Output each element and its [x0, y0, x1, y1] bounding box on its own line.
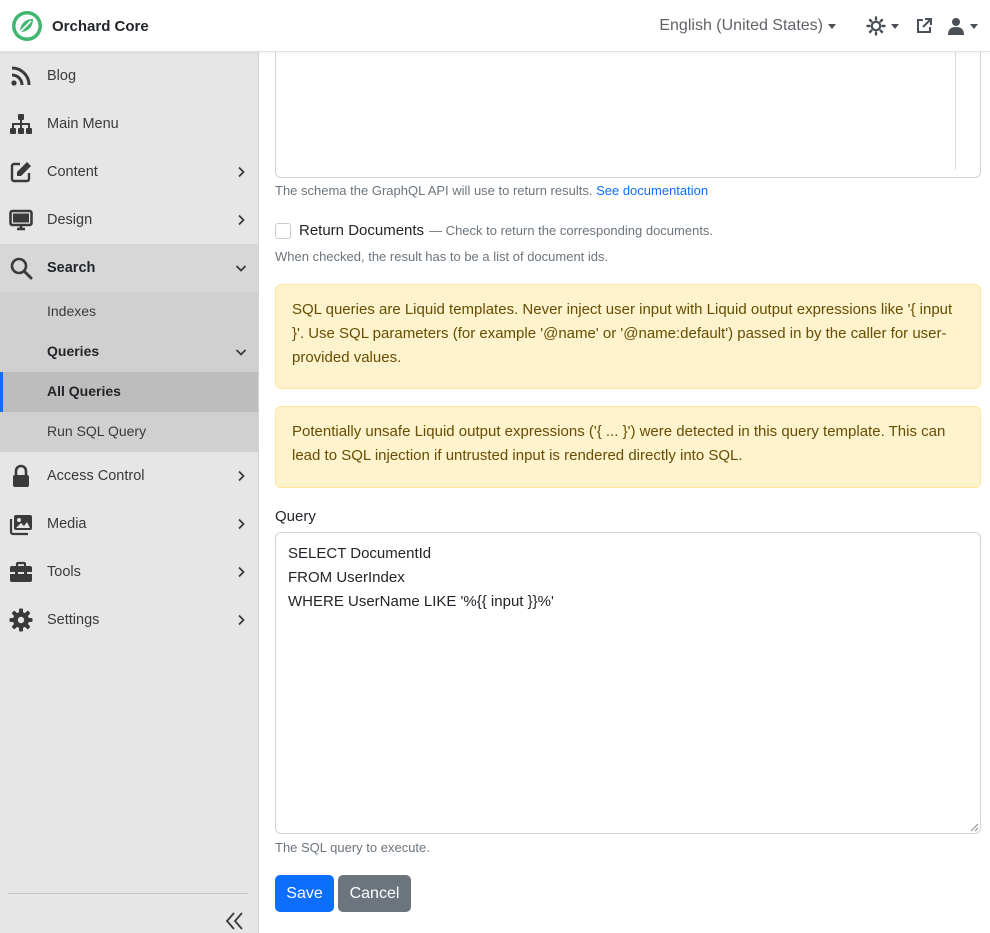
query-help: The SQL query to execute.	[275, 840, 430, 855]
cancel-button[interactable]: Cancel	[338, 875, 411, 912]
sidebar-item-label: Settings	[47, 612, 100, 628]
orchard-core-logo-icon	[12, 11, 42, 41]
chevron-down-icon	[235, 265, 247, 272]
return-documents-label[interactable]: Return Documents	[299, 222, 424, 239]
theme-toggle-button[interactable]	[866, 16, 899, 36]
sidebar-item-search[interactable]: Search	[0, 244, 258, 292]
top-navbar: Orchard Core English (United States)	[0, 0, 990, 52]
sun-icon	[866, 16, 886, 36]
save-button[interactable]: Save	[275, 875, 334, 912]
return-documents-row: Return Documents — Check to return the c…	[275, 222, 713, 239]
chevron-right-icon	[238, 166, 245, 178]
schema-help: The schema the GraphQL API will use to r…	[275, 183, 708, 198]
sidebar-item-access-control[interactable]: Access Control	[0, 452, 258, 500]
sidebar-item-design[interactable]: Design	[0, 196, 258, 244]
return-documents-help: When checked, the result has to be a lis…	[275, 249, 609, 264]
chevron-right-icon	[238, 566, 245, 578]
collapse-sidebar-icon[interactable]	[224, 910, 246, 932]
sidebar-item-label: Run SQL Query	[47, 423, 147, 439]
sidebar-item-label: Design	[47, 212, 93, 228]
sidebar-item-queries[interactable]: Queries	[0, 332, 258, 372]
sidebar-item-label: Tools	[47, 564, 81, 580]
visit-site-button[interactable]	[915, 17, 933, 35]
external-link-icon	[917, 18, 932, 33]
sidebar-item-label: Queries	[47, 343, 100, 359]
sidebar-item-label: Content	[47, 164, 98, 180]
language-dropdown[interactable]: English (United States)	[659, 17, 836, 35]
scrollbar[interactable]	[955, 52, 956, 170]
brand-link[interactable]: Orchard Core	[11, 10, 149, 42]
sidebar-item-all-queries[interactable]: All Queries	[0, 372, 258, 412]
query-label: Query	[275, 508, 316, 525]
sidebar-item-content[interactable]: Content	[0, 148, 258, 196]
sidebar-item-tools[interactable]: Tools	[0, 548, 258, 596]
sitemap-icon	[10, 114, 32, 134]
sidebar-item-main-menu[interactable]: Main Menu	[0, 100, 258, 148]
sidebar-item-run-sql-query[interactable]: Run SQL Query	[0, 412, 258, 452]
query-textarea[interactable]: SELECT DocumentId FROM UserIndex WHERE U…	[275, 532, 981, 834]
return-documents-checkbox[interactable]	[275, 222, 291, 239]
language-label: English (United States)	[659, 17, 823, 34]
chevron-down-icon	[235, 349, 247, 356]
chevron-down-icon	[828, 23, 836, 29]
sidebar-item-label: All Queries	[47, 383, 121, 399]
sidebar-item-label: Indexes	[47, 303, 97, 319]
return-documents-hint: — Check to return the corresponding docu…	[429, 223, 714, 238]
sidebar-item-label: Blog	[47, 68, 77, 84]
monitor-icon	[9, 209, 33, 231]
sidebar-item-indexes[interactable]: Indexes	[0, 292, 258, 332]
chevron-down-icon	[891, 23, 899, 29]
chevron-right-icon	[238, 614, 245, 626]
documentation-link[interactable]: See documentation	[596, 183, 708, 198]
sidebar-divider	[8, 893, 248, 894]
rss-icon	[11, 66, 31, 86]
sidebar: Blog Main Menu Content Design Search Ind…	[0, 52, 259, 933]
chevron-right-icon	[238, 518, 245, 530]
chevron-down-icon	[970, 23, 978, 29]
brand-name: Orchard Core	[52, 17, 149, 35]
unsafe-expressions-warning: Potentially unsafe Liquid output express…	[275, 406, 981, 488]
images-icon	[9, 515, 32, 536]
edit-icon	[10, 162, 31, 183]
sidebar-item-label: Media	[47, 516, 87, 532]
schema-help-text: The schema the GraphQL API will use to r…	[275, 183, 593, 198]
toolbox-icon	[10, 561, 32, 582]
user-icon	[948, 18, 964, 35]
sidebar-item-label: Search	[47, 260, 96, 276]
sidebar-item-media[interactable]: Media	[0, 500, 258, 548]
sidebar-item-settings[interactable]: Settings	[0, 596, 258, 644]
lock-icon	[13, 464, 29, 487]
gear-icon	[9, 608, 33, 632]
user-menu-button[interactable]	[947, 17, 978, 35]
chevron-right-icon	[238, 470, 245, 482]
search-icon	[10, 257, 33, 280]
sidebar-item-blog[interactable]: Blog	[0, 52, 258, 100]
liquid-templates-warning: SQL queries are Liquid templates. Never …	[275, 284, 981, 389]
sidebar-item-label: Main Menu	[47, 116, 119, 132]
schema-textarea[interactable]	[275, 52, 981, 178]
chevron-right-icon	[238, 214, 245, 226]
resize-handle-icon[interactable]	[970, 823, 979, 832]
sidebar-item-label: Access Control	[47, 468, 145, 484]
